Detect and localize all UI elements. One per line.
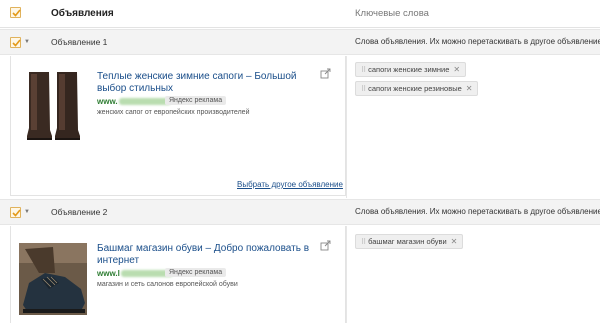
checkmark-icon [12,209,21,217]
keyword-text: сапоги женские зимние [368,65,450,74]
group-1-keywords-hint: Слова объявления. Их можно перетаскивать… [355,37,600,46]
group-1-checkbox[interactable] [10,37,21,48]
group-1-title: Объявление 1 [51,37,108,47]
close-icon[interactable]: ✕ [453,65,460,74]
table-header: Объявления Ключевые слова [0,0,600,28]
close-icon[interactable]: ✕ [451,237,458,246]
ad-2-url[interactable]: www.l [97,269,173,278]
drag-grip-icon[interactable]: ⠿ [361,86,366,93]
close-icon[interactable]: ✕ [466,84,473,93]
ad-1-title-link[interactable]: Теплые женские зимние сапоги – Большой в… [97,71,322,95]
blurred-domain [118,98,171,105]
ad-2-url-prefix: www.l [97,269,120,278]
ad-2-yandex-label: Яндекс реклама [165,268,227,277]
ad-2-title-link[interactable]: Башмаг магазин обуви – Добро пожаловать … [97,243,322,267]
group-2-keywords-hint: Слова объявления. Их можно перетаскивать… [355,207,600,216]
external-link-icon[interactable] [320,240,331,251]
group-2-title: Объявление 2 [51,207,108,217]
keywords-column-header: Ключевые слова [355,8,429,19]
keyword-chip[interactable]: ⠿ сапоги женские зимние ✕ [355,62,467,77]
checkmark-icon [12,9,21,17]
shoe-photo [19,243,87,315]
ad-1-yandex-label: Яндекс реклама [165,96,227,105]
ad-1-url[interactable]: www. [97,97,171,106]
choose-other-ad-link[interactable]: Выбрать другое объявление [237,180,343,189]
ad-group-row-2: ▼ Объявление 2 Слова объявления. Их можн… [0,199,600,225]
group-2-checkbox[interactable] [10,207,21,218]
drag-grip-icon[interactable]: ⠿ [361,67,366,74]
external-link-icon[interactable] [320,68,331,79]
checkmark-icon [12,39,21,47]
ad-group-row-1: ▼ Объявление 1 Слова объявления. Их можн… [0,29,600,55]
drag-grip-icon[interactable]: ⠿ [361,239,366,246]
caret-down-icon[interactable]: ▼ [24,39,30,45]
keyword-text: сапоги женские резиновые [368,84,462,93]
column-divider [346,226,347,323]
column-divider [346,56,347,198]
caret-down-icon[interactable]: ▼ [24,209,30,215]
keyword-chip[interactable]: ⠿ башмаг магазин обуви ✕ [355,234,464,249]
keyword-text: башмаг магазин обуви [368,237,447,246]
keyword-chip[interactable]: ⠿ сапоги женские резиновые ✕ [355,81,479,96]
ad-1-url-prefix: www. [97,97,118,106]
select-all-checkbox[interactable] [10,7,21,18]
ads-column-header: Объявления [51,8,114,19]
ad-1-description: женских сапог от европейских производите… [97,109,250,116]
ad-2-description: магазин и сеть салонов европейской обуви [97,281,238,288]
boots-photo [19,70,87,142]
